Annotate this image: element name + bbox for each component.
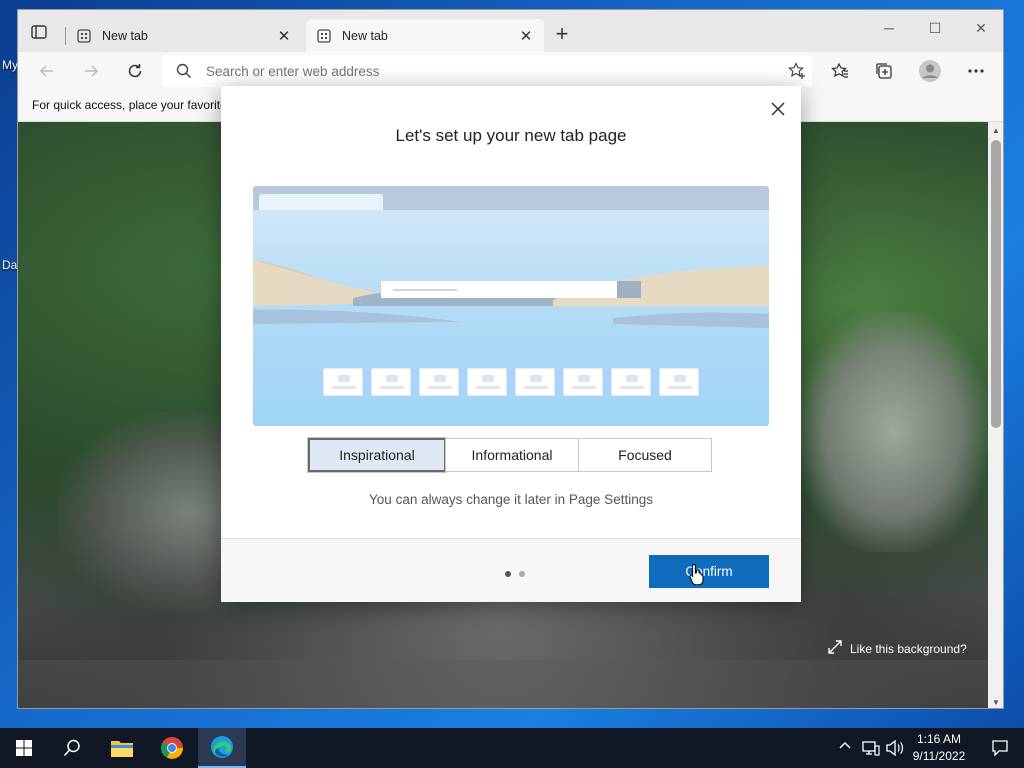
hand-cursor-icon [689,563,705,588]
clock-date: 9/11/2022 [912,749,966,763]
preview-quick-link [611,368,651,396]
new-tab-button[interactable]: + [552,23,572,45]
close-window-icon[interactable]: ✕ [966,18,996,38]
page-scrollbar[interactable]: ▲ ▼ [988,122,1003,708]
edge-icon[interactable] [198,728,246,768]
tab-new-tab-2[interactable]: New tab ✕ [306,19,544,52]
maximize-icon[interactable]: ☐ [920,18,950,38]
tab-new-tab-1[interactable]: New tab ✕ [66,19,302,52]
preview-search-text [393,289,457,291]
layout-option-focused[interactable]: Focused [578,438,712,472]
like-background-label: Like this background? [850,641,967,656]
close-dialog-icon[interactable] [769,100,787,118]
notifications-icon[interactable] [976,728,1024,768]
close-tab-icon[interactable]: ✕ [276,28,292,45]
layout-option-informational[interactable]: Informational [445,438,579,472]
collections-icon[interactable] [874,61,894,81]
new-tab-icon [76,28,92,44]
page-indicator-dot-active [505,571,511,577]
show-hidden-icons-icon[interactable] [838,740,852,750]
tab-actions-icon[interactable] [30,23,50,43]
expand-icon [828,640,842,657]
background-image [798,312,988,552]
scroll-down-icon[interactable]: ▼ [988,694,1003,708]
layout-option-inspirational[interactable]: Inspirational [307,437,447,473]
minimize-icon[interactable]: ─ [874,18,904,38]
forward-icon[interactable] [80,60,102,82]
back-icon[interactable] [36,60,58,82]
page-indicator-dot [519,571,525,577]
taskbar: 1:16 AM 9/11/2022 [0,728,1024,768]
refresh-icon[interactable] [124,60,146,82]
add-favorite-icon[interactable] [788,62,806,83]
address-input[interactable] [206,61,746,81]
like-background-link[interactable]: Like this background? [828,640,967,657]
dialog-footer: Confirm [221,538,801,602]
new-tab-icon [316,28,332,44]
favorites-icon[interactable] [830,61,850,81]
preview-search-button [617,281,641,298]
chrome-icon[interactable] [148,728,196,768]
tab-label: New tab [102,28,148,43]
content-feed-strip [18,660,988,708]
toolbar [18,52,1003,90]
confirm-button[interactable]: Confirm [649,555,769,588]
preview-quick-link [467,368,507,396]
file-explorer-icon[interactable] [98,728,146,768]
preview-quick-link [371,368,411,396]
search-icon [176,63,192,82]
preview-quick-link [515,368,555,396]
system-clock[interactable]: 1:16 AM 9/11/2022 [904,731,974,765]
scroll-up-icon[interactable]: ▲ [988,122,1003,138]
desktop-icon-label[interactable]: My [2,58,18,72]
clock-time: 1:16 AM [916,732,962,746]
more-menu-icon[interactable] [966,61,986,81]
setup-new-tab-dialog: Let's set up your new tab page Inspirati… [221,86,801,602]
preview-quick-link [563,368,603,396]
taskbar-search-icon[interactable] [48,728,96,768]
desktop-icon-label[interactable]: Da [2,258,17,272]
windows-logo-icon [16,740,32,756]
tab-label: New tab [342,28,388,43]
address-bar[interactable] [162,55,812,87]
scroll-thumb[interactable] [991,140,1001,428]
preview-quick-link [323,368,363,396]
layout-preview-illustration [253,186,769,426]
preview-quick-link [419,368,459,396]
preview-quick-link [659,368,699,396]
start-button[interactable] [0,728,48,768]
volume-icon[interactable] [886,740,904,756]
preview-page [253,210,769,426]
close-tab-icon[interactable]: ✕ [518,28,534,45]
tab-strip: New tab ✕ New tab ✕ + ─ ☐ ✕ [18,10,1003,52]
profile-avatar[interactable] [918,60,942,82]
dialog-title: Let's set up your new tab page [395,126,627,145]
network-icon[interactable] [862,740,880,756]
settings-hint: You can always change it later in Page S… [369,492,653,507]
